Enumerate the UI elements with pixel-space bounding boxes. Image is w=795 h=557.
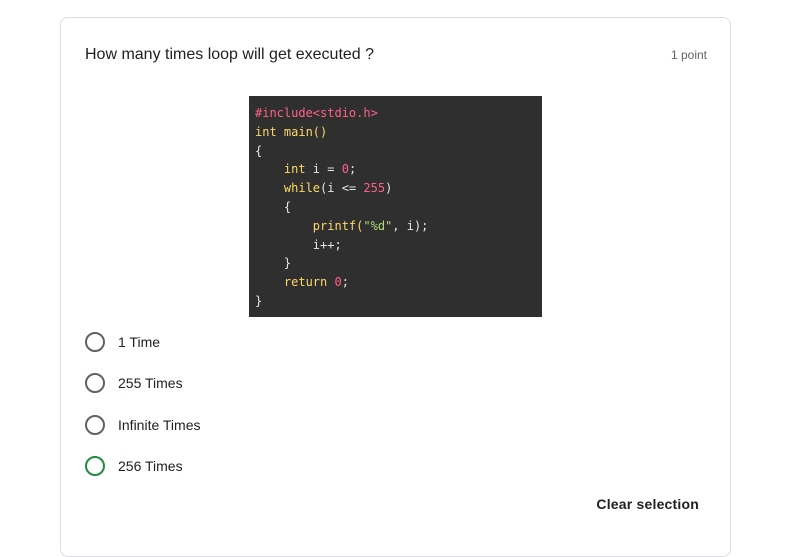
code-line: { [255, 142, 536, 161]
option-label: 256 Times [118, 458, 183, 474]
clear-selection-button[interactable]: Clear selection [596, 496, 699, 512]
code-line: } [255, 292, 536, 311]
code-token: ; [341, 275, 349, 290]
code-line: i++; [255, 236, 536, 255]
option-label: Infinite Times [118, 417, 201, 433]
code-token: ; [348, 162, 357, 177]
code-token: "%d" [363, 218, 393, 233]
code-token: i++; [255, 237, 342, 252]
option-256-times[interactable]: 256 Times [85, 454, 183, 478]
code-token: 0 [341, 162, 349, 177]
code-token: main() [283, 124, 328, 139]
points-label: 1 point [670, 48, 707, 62]
option-label: 1 Time [118, 334, 161, 350]
code-line: while(i <= 255) [255, 179, 536, 198]
code-token: { [255, 199, 292, 214]
code-token: } [255, 256, 292, 271]
code-token: while [255, 181, 321, 196]
option-1-time[interactable]: 1 Time [85, 330, 160, 354]
code-token: printf( [255, 218, 364, 233]
code-token: ) [385, 181, 393, 196]
code-token: int [255, 124, 284, 139]
code-token: 0 [334, 275, 342, 290]
code-image: #include<stdio.h> int main(){ int i = 0; … [249, 96, 542, 317]
code-token: } [255, 293, 263, 308]
code-token: int [255, 162, 313, 177]
radio-button[interactable] [85, 456, 105, 476]
code-token: i = [312, 162, 342, 177]
code-token: , i); [392, 218, 429, 233]
code-line: { [255, 198, 536, 217]
code-token: { [255, 143, 263, 158]
code-line: int i = 0; [255, 160, 536, 179]
code-token: 255 [363, 181, 386, 196]
option-255-times[interactable]: 255 Times [85, 371, 183, 395]
code-line: } [255, 254, 536, 273]
code-line: printf("%d", i); [255, 217, 536, 236]
code-token: #include<stdio.h> [255, 106, 378, 120]
radio-button[interactable] [85, 332, 105, 352]
code-token: (i <= [320, 181, 364, 196]
code-line: return 0; [255, 273, 536, 292]
radio-button[interactable] [85, 415, 105, 435]
option-infinite-times[interactable]: Infinite Times [85, 413, 200, 437]
code-line: int main() [255, 123, 536, 142]
option-label: 255 Times [118, 375, 183, 391]
radio-button[interactable] [85, 373, 105, 393]
question-title: How many times loop will get executed ? [85, 46, 375, 63]
code-line: #include<stdio.h> [255, 104, 536, 123]
code-token: return [255, 275, 335, 290]
